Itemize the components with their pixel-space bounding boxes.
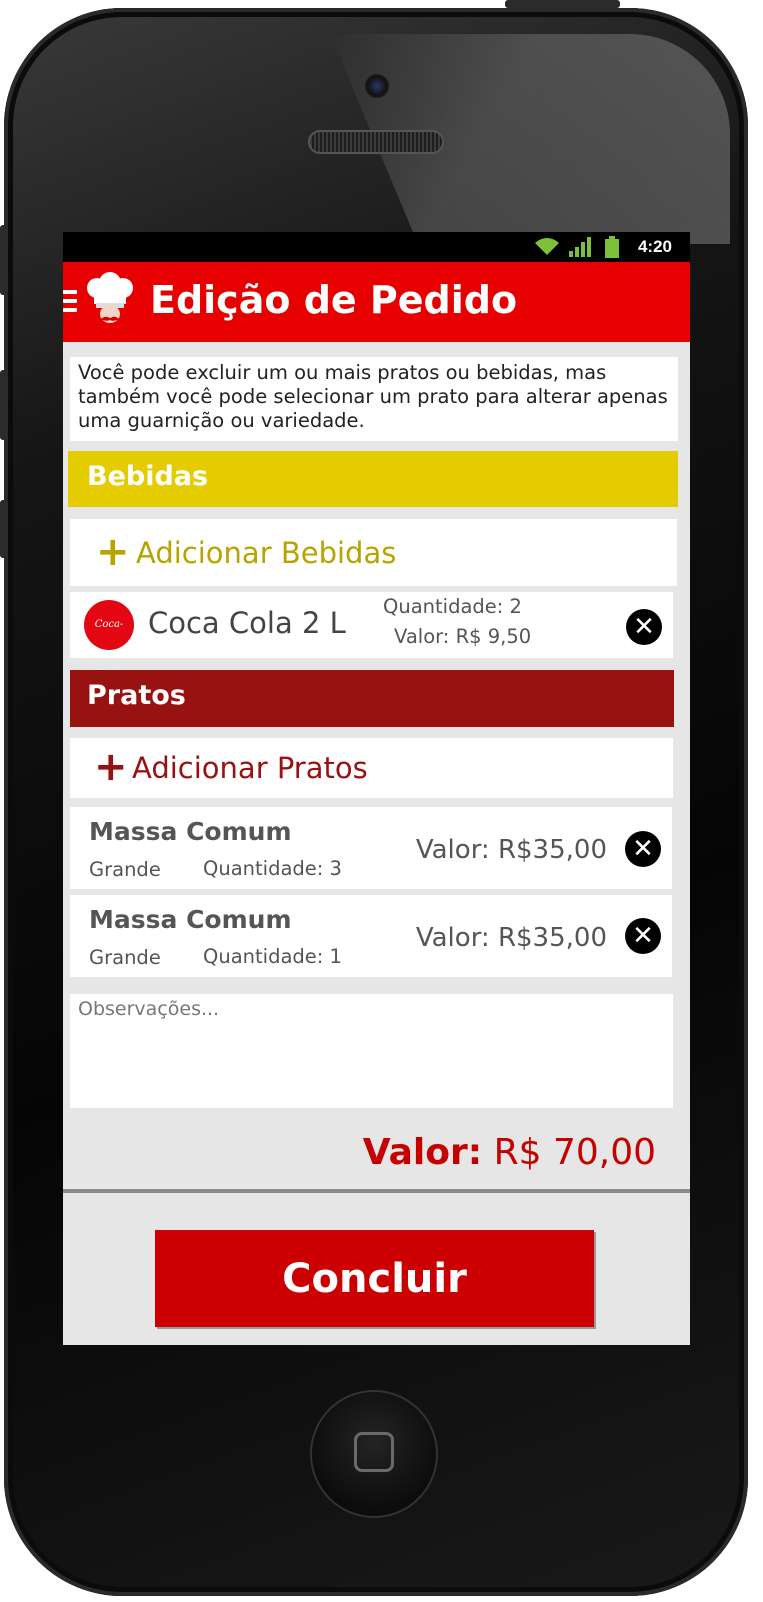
observacoes-field[interactable]	[70, 994, 673, 1108]
coca-cola-logo-icon: Coca-Cola	[84, 600, 134, 680]
total-label: Valor:	[362, 1132, 483, 1173]
add-bebidas-label: Adicionar Bebidas	[136, 536, 397, 570]
dish-size: Grande	[89, 946, 161, 969]
battery-icon	[605, 236, 619, 258]
drink-quantity: Quantidade: 2	[383, 595, 522, 618]
concluir-button[interactable]: Concluir	[155, 1230, 594, 1327]
power-button	[505, 0, 620, 8]
plus-icon: +	[96, 529, 130, 575]
section-header-pratos: Pratos	[70, 670, 674, 727]
drink-name: Coca Cola 2 L	[148, 606, 346, 640]
remove-item-icon[interactable]: ✕	[626, 609, 662, 645]
status-time: 4:20	[637, 237, 672, 256]
order-total: Valor: R$ 70,00	[363, 1132, 656, 1173]
section-title-bebidas: Bebidas	[87, 461, 209, 492]
add-pratos-button[interactable]: + Adicionar Pratos	[70, 738, 673, 798]
dish-value: Valor: R$35,00	[415, 923, 607, 953]
list-item[interactable]: Coca-Cola Coca Cola 2 L Quantidade: 2 Va…	[70, 592, 673, 680]
mute-switch	[0, 225, 8, 295]
info-text: Você pode excluir um ou mais pratos ou b…	[70, 357, 678, 441]
earpiece-speaker	[308, 130, 444, 154]
status-bar: 4:20	[63, 232, 690, 262]
dish-quantity: Quantidade: 1	[203, 945, 342, 968]
remove-item-icon[interactable]: ✕	[625, 918, 661, 954]
drink-value: Valor: R$ 9,50	[394, 625, 532, 648]
app-screen: 4:20 Edição de Pedido Você pode excluir …	[63, 232, 690, 1345]
front-camera	[365, 74, 389, 98]
volume-down-button	[0, 500, 8, 558]
home-button[interactable]	[310, 1390, 438, 1518]
volume-up-button	[0, 370, 8, 440]
list-item[interactable]: Massa Comum Grande Quantidade: 3 Valor: …	[70, 807, 672, 889]
dish-name: Massa Comum	[89, 905, 292, 934]
app-bar: Edição de Pedido	[63, 262, 690, 342]
dish-size: Grande	[89, 858, 161, 881]
divider	[63, 1189, 690, 1193]
section-header-bebidas: Bebidas	[68, 451, 678, 507]
chef-hat-icon	[87, 272, 133, 323]
dish-value: Valor: R$35,00	[415, 835, 607, 865]
wifi-icon	[535, 238, 559, 255]
home-square-icon	[354, 1432, 394, 1472]
plus-icon: +	[94, 744, 128, 790]
total-amount: R$ 70,00	[493, 1132, 656, 1173]
menu-icon[interactable]	[63, 290, 77, 316]
dish-name: Massa Comum	[89, 817, 292, 846]
signal-icon	[569, 237, 591, 257]
list-item[interactable]: Massa Comum Grande Quantidade: 1 Valor: …	[70, 895, 672, 977]
remove-item-icon[interactable]: ✕	[625, 831, 661, 867]
dish-quantity: Quantidade: 3	[203, 857, 342, 880]
add-bebidas-button[interactable]: + Adicionar Bebidas	[70, 519, 677, 586]
page-title: Edição de Pedido	[150, 278, 518, 322]
add-pratos-label: Adicionar Pratos	[132, 751, 368, 785]
section-title-pratos: Pratos	[87, 680, 186, 711]
